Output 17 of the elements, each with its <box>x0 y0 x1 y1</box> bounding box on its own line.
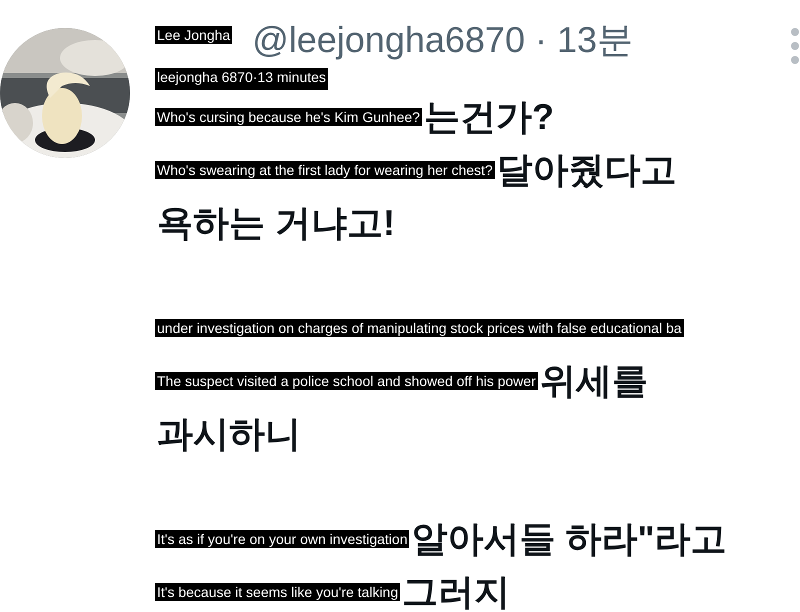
handle-time: @leejongha6870 · 13분 <box>252 18 633 62</box>
tweet-text: 는건가? <box>424 94 554 138</box>
tweet-text: 달아줬다고 <box>496 148 677 192</box>
translation-label: under investigation on charges of manipulating stock prices with false educational ba <box>155 318 684 336</box>
tweet-text: 위세를 <box>540 358 648 402</box>
meta-translation: leejongha 6870·13 minutes <box>155 68 328 90</box>
tweet-text: 과시하니 <box>157 412 301 456</box>
translation-label: Who's swearing at the first lady for wearing her chest? <box>155 160 495 178</box>
tweet-text: 그러지 <box>402 570 510 612</box>
translation-label: It's because it seems like you're talking <box>155 582 400 600</box>
more-icon[interactable] <box>790 26 800 66</box>
translation-label: The suspect visited a police school and showed off his power <box>155 372 538 390</box>
tweet-text: 욕하는 거냐고! <box>157 200 395 244</box>
tweet-text: 알아서들 하라"라고 <box>411 516 727 560</box>
translation-label: Who's cursing because he's Kim Gunhee? <box>155 108 422 126</box>
translation-label: It's as if you're on your own investigation <box>155 530 410 548</box>
name-translation: Lee Jongha <box>155 26 232 44</box>
